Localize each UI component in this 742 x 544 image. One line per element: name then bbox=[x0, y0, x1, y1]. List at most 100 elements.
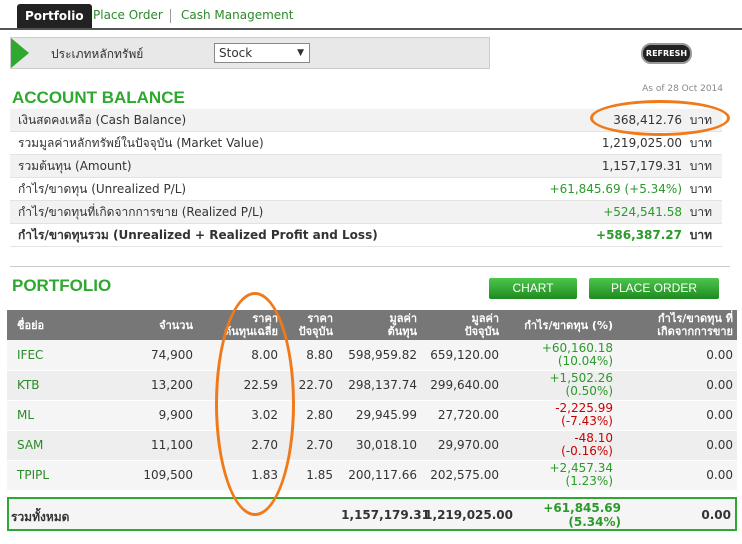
cell-realized-pl: 0.00 bbox=[617, 340, 737, 371]
cell-realized-pl: 0.00 bbox=[617, 460, 737, 491]
pl-percent: (-7.43%) bbox=[561, 414, 613, 428]
cell-unrealized-pl: -2,225.99 (-7.43%) bbox=[503, 400, 617, 431]
security-type-label: ประเภทหลักทรัพย์ bbox=[51, 47, 144, 61]
col-unrealized-pl: กำไร/ขาดทุน (%) bbox=[503, 310, 617, 340]
cell-symbol[interactable]: TPIPL bbox=[7, 460, 92, 491]
col-market: มูลค่า ปัจจุบัน bbox=[421, 310, 503, 340]
cell-market: 29,970.00 bbox=[421, 430, 503, 461]
cell-price: 2.70 bbox=[282, 430, 337, 461]
refresh-button[interactable]: REFRESH bbox=[641, 43, 692, 64]
table-row[interactable]: ML 9,900 3.02 2.80 29,945.99 27,720.00 -… bbox=[7, 400, 737, 431]
cell-avg-cost: 3.02 bbox=[197, 400, 282, 431]
cell-avg-cost: 2.70 bbox=[197, 430, 282, 461]
col-avg-cost-line2: ต้นทุนเฉลี่ย bbox=[224, 325, 278, 338]
as-of-date: As of 28 Oct 2014 bbox=[642, 84, 723, 94]
balance-row-market-value: รวมมูลค่าหลักทรัพย์ในปัจจุบัน (Market Va… bbox=[10, 132, 722, 155]
balance-row-amount: รวมต้นทุน (Amount) 1,157,179.31 บาท bbox=[10, 155, 722, 178]
balance-value: +586,387.27 bbox=[596, 228, 682, 242]
total-realized-pl: 0.00 bbox=[701, 508, 731, 522]
col-price-line2: ปัจจุบัน bbox=[298, 325, 333, 338]
col-price-line1: ราคา bbox=[307, 312, 333, 325]
security-type-selected: Stock bbox=[219, 46, 253, 60]
dropdown-caret-icon: ▼ bbox=[297, 48, 304, 58]
col-market-line2: ปัจจุบัน bbox=[464, 325, 499, 338]
balance-label: กำไร/ขาดทุนที่เกิดจากการขาย (Realized P/… bbox=[18, 205, 264, 219]
cell-symbol[interactable]: IFEC bbox=[7, 340, 92, 371]
cell-symbol[interactable]: SAM bbox=[7, 430, 92, 461]
balance-unit: บาท bbox=[689, 205, 712, 219]
cell-realized-pl: 0.00 bbox=[617, 370, 737, 401]
tab-separator bbox=[170, 9, 171, 23]
col-cost: มูลค่า ต้นทุน bbox=[337, 310, 421, 340]
total-unrealized-pl: +61,845.69 (5.34%) bbox=[543, 501, 621, 529]
cell-symbol[interactable]: ML bbox=[7, 400, 92, 431]
cell-unrealized-pl: +2,457.34 (1.23%) bbox=[503, 460, 617, 491]
cell-realized-pl: 0.00 bbox=[617, 400, 737, 431]
balance-value: 1,157,179.31 bbox=[601, 159, 682, 173]
total-cost: 1,157,179.31 bbox=[341, 508, 430, 522]
pl-percent: (-0.16%) bbox=[561, 444, 613, 458]
pl-percent: (1.23%) bbox=[565, 474, 613, 488]
table-row[interactable]: KTB 13,200 22.59 22.70 298,137.74 299,64… bbox=[7, 370, 737, 401]
balance-label: รวมต้นทุน (Amount) bbox=[18, 159, 132, 173]
chart-button[interactable]: CHART bbox=[489, 278, 577, 299]
col-realized-pl-line1: กำไร/ขาดทุน ที่ bbox=[658, 312, 733, 325]
tab-portfolio[interactable]: Portfolio bbox=[17, 4, 92, 28]
portfolio-header-row: ชื่อย่อ จำนวน ราคา ต้นทุนเฉลี่ย ราคา ปัจ… bbox=[7, 310, 737, 340]
balance-unit: บาท bbox=[689, 136, 712, 150]
cell-unrealized-pl: +1,502.26 (0.50%) bbox=[503, 370, 617, 401]
security-type-select[interactable]: Stock ▼ bbox=[214, 43, 310, 63]
cell-price: 2.80 bbox=[282, 400, 337, 431]
cell-cost: 200,117.66 bbox=[337, 460, 421, 491]
cell-avg-cost: 8.00 bbox=[197, 340, 282, 371]
cell-symbol[interactable]: KTB bbox=[7, 370, 92, 401]
pl-percent: (10.04%) bbox=[557, 353, 613, 368]
portfolio-title: PORTFOLIO bbox=[12, 276, 112, 295]
col-market-line1: มูลค่า bbox=[471, 312, 499, 325]
table-row[interactable]: SAM 11,100 2.70 2.70 30,018.10 29,970.00… bbox=[7, 430, 737, 461]
security-type-filter-bar: ประเภทหลักทรัพย์ Stock ▼ bbox=[10, 37, 490, 69]
cell-cost: 298,137.74 bbox=[337, 370, 421, 401]
green-arrow-icon bbox=[11, 38, 29, 68]
cell-cost: 30,018.10 bbox=[337, 430, 421, 461]
cell-unrealized-pl: +60,160.18 (10.04%) bbox=[503, 340, 617, 371]
total-pl-percent: (5.34%) bbox=[568, 515, 621, 529]
cell-volume: 74,900 bbox=[92, 340, 197, 371]
total-market: 1,219,025.00 bbox=[424, 508, 513, 522]
cell-market: 299,640.00 bbox=[421, 370, 503, 401]
tab-place-order[interactable]: Place Order bbox=[93, 3, 163, 27]
balance-label: รวมมูลค่าหลักทรัพย์ในปัจจุบัน (Market Va… bbox=[18, 136, 264, 150]
balance-value: +524,541.58 bbox=[603, 205, 682, 219]
portfolio-table: ชื่อย่อ จำนวน ราคา ต้นทุนเฉลี่ย ราคา ปัจ… bbox=[7, 310, 737, 491]
cell-price: 22.70 bbox=[282, 370, 337, 401]
tab-cash-management[interactable]: Cash Management bbox=[181, 3, 293, 27]
balance-row-cash: เงินสดคงเหลือ (Cash Balance) 368,412.76 … bbox=[10, 109, 722, 132]
cell-market: 659,120.00 bbox=[421, 340, 503, 371]
table-row[interactable]: IFEC 74,900 8.00 8.80 598,959.82 659,120… bbox=[7, 340, 737, 371]
place-order-button[interactable]: PLACE ORDER bbox=[589, 278, 719, 299]
cell-realized-pl: 0.00 bbox=[617, 430, 737, 461]
balance-row-unrealized-pl: กำไร/ขาดทุน (Unrealized P/L) +61,845.69 … bbox=[10, 178, 722, 201]
cell-price: 8.80 bbox=[282, 340, 337, 371]
balance-row-realized-pl: กำไร/ขาดทุนที่เกิดจากการขาย (Realized P/… bbox=[10, 201, 722, 224]
cell-volume: 13,200 bbox=[92, 370, 197, 401]
top-tab-bar: Portfolio Place Order Cash Management bbox=[0, 0, 742, 30]
pl-percent: (0.50%) bbox=[565, 384, 613, 398]
cell-market: 27,720.00 bbox=[421, 400, 503, 431]
table-row[interactable]: TPIPL 109,500 1.83 1.85 200,117.66 202,5… bbox=[7, 460, 737, 491]
total-pl-amount: +61,845.69 bbox=[543, 501, 621, 515]
portfolio-total-row: รวมทั้งหมด 1,157,179.31 1,219,025.00 +61… bbox=[7, 497, 737, 531]
col-realized-pl-line2: เกิดจากการขาย bbox=[657, 325, 733, 338]
balance-label: กำไร/ขาดทุนรวม (Unrealized + Realized Pr… bbox=[18, 228, 378, 242]
balance-label: เงินสดคงเหลือ (Cash Balance) bbox=[18, 113, 187, 127]
balance-unit: บาท bbox=[689, 228, 712, 242]
balance-unit: บาท bbox=[689, 113, 712, 127]
balance-value: +61,845.69 (+5.34%) bbox=[549, 182, 682, 196]
cell-volume: 109,500 bbox=[92, 460, 197, 491]
balance-unit: บาท bbox=[689, 182, 712, 196]
col-symbol: ชื่อย่อ bbox=[7, 310, 92, 340]
col-price: ราคา ปัจจุบัน bbox=[282, 310, 337, 340]
balance-label: กำไร/ขาดทุน (Unrealized P/L) bbox=[18, 182, 187, 196]
cell-avg-cost: 22.59 bbox=[197, 370, 282, 401]
col-cost-line1: มูลค่า bbox=[389, 312, 417, 325]
